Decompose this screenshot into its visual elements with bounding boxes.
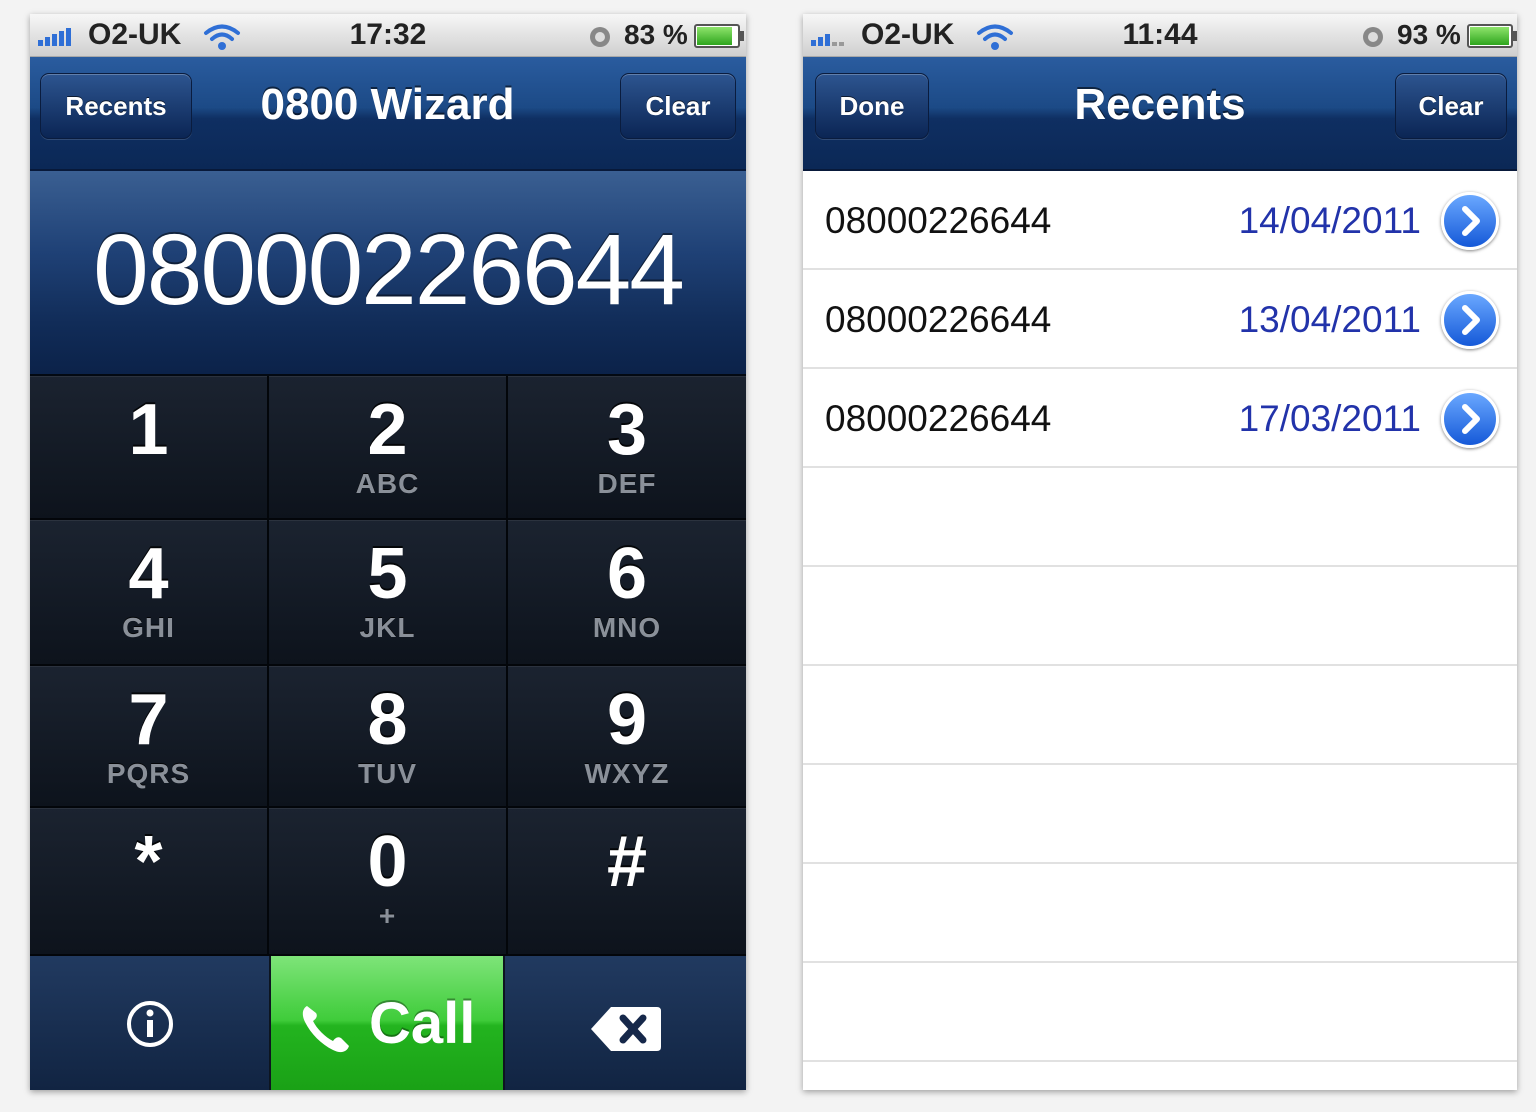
key-letters: PQRS: [106, 758, 191, 789]
key-digit: 6: [606, 534, 648, 614]
number-display: 08000226644: [30, 171, 746, 376]
disclosure-button[interactable]: [1441, 192, 1499, 250]
key-letters: MNO: [592, 612, 662, 643]
key-star[interactable]: *: [30, 808, 269, 956]
key-digit: 0: [367, 822, 408, 902]
list-item[interactable]: 08000226644 17/03/2011: [803, 369, 1517, 468]
app-title: 0800 Wizard: [260, 80, 515, 129]
empty-row: [803, 765, 1517, 864]
key-7[interactable]: 7 PQRS: [30, 666, 269, 808]
navigation-bar: Recents 0800 Wizard Clear: [30, 57, 746, 171]
key-hash[interactable]: #: [508, 808, 746, 956]
key-digit: 2: [367, 390, 408, 470]
key-digit: 7: [128, 680, 169, 760]
empty-row: [803, 963, 1517, 1062]
recent-number: 08000226644: [825, 200, 1052, 241]
disclosure-button[interactable]: [1441, 291, 1499, 349]
recent-number: 08000226644: [825, 398, 1052, 439]
recent-date: 13/04/2011: [1238, 299, 1421, 340]
key-digit: 4: [128, 534, 169, 614]
key-letters: TUV: [358, 758, 417, 789]
key-3[interactable]: 3 DEF: [508, 376, 746, 520]
empty-row: [803, 567, 1517, 666]
key-0[interactable]: 0 +: [269, 808, 508, 956]
dialer-screen: O2-UK 17:32 83 % Recents 0800 Wizard Cle…: [30, 14, 746, 1090]
key-1[interactable]: 1: [30, 376, 269, 520]
battery-percentage: 83 %: [624, 19, 688, 50]
rotation-lock-icon: [1363, 27, 1383, 47]
chevron-right-icon: [1462, 305, 1480, 335]
info-button[interactable]: [30, 956, 269, 1090]
key-letters: DEF: [597, 468, 657, 499]
keypad: 1 2 ABC 3 DEF 4 GHI 5 JKL 6 MNO 7 PQRS 8 TUV 9 WXYZ * 0 + #: [30, 376, 746, 956]
phone-handset-icon: [302, 1006, 349, 1053]
recent-date: 17/03/2011: [1238, 398, 1421, 439]
chevron-right-icon: [1462, 404, 1480, 434]
recent-date: 14/04/2011: [1238, 200, 1421, 241]
rotation-lock-icon: [590, 27, 610, 47]
action-row: Call: [30, 956, 746, 1090]
info-icon: [127, 1001, 173, 1047]
dialed-number: 08000226644: [93, 214, 685, 326]
battery-icon: [1467, 24, 1517, 48]
empty-row: [803, 666, 1517, 765]
status-bar: O2-UK 11:44 93 %: [803, 14, 1517, 57]
key-5[interactable]: 5 JKL: [269, 520, 508, 666]
screen-title: Recents: [1074, 80, 1246, 129]
recents-button[interactable]: Recents: [40, 73, 192, 139]
call-button[interactable]: Call: [271, 956, 503, 1090]
key-letters: ABC: [355, 468, 420, 499]
key-digit: #: [606, 822, 648, 902]
key-letters: JKL: [359, 612, 416, 643]
empty-row: [803, 468, 1517, 567]
key-digit: 3: [606, 390, 648, 470]
chevron-right-icon: [1462, 206, 1480, 236]
clear-button[interactable]: Clear: [1395, 73, 1507, 139]
call-label: Call: [369, 991, 476, 1056]
list-item[interactable]: 08000226644 13/04/2011: [803, 270, 1517, 369]
key-letters: +: [378, 900, 397, 931]
navigation-bar: Done Recents Clear: [803, 57, 1517, 171]
disclosure-button[interactable]: [1441, 390, 1499, 448]
list-item[interactable]: 08000226644 14/04/2011: [803, 171, 1517, 270]
key-4[interactable]: 4 GHI: [30, 520, 269, 666]
battery-percentage: 93 %: [1397, 19, 1461, 50]
recents-list: 08000226644 14/04/2011 08000226644 13/04/20…: [803, 171, 1517, 1062]
key-letters: WXYZ: [584, 758, 670, 789]
key-digit: 8: [367, 680, 408, 760]
backspace-icon: [591, 1007, 661, 1051]
key-9[interactable]: 9 WXYZ: [508, 666, 746, 808]
empty-row: [803, 864, 1517, 963]
recents-screen: O2-UK 11:44 93 % Done Recents Clear 0800…: [803, 14, 1517, 1090]
key-digit: 1: [128, 390, 169, 470]
recent-number: 08000226644: [825, 299, 1052, 340]
key-2[interactable]: 2 ABC: [269, 376, 508, 520]
key-letters: GHI: [122, 612, 175, 643]
key-8[interactable]: 8 TUV: [269, 666, 508, 808]
clear-button[interactable]: Clear: [620, 73, 736, 139]
key-digit: 9: [606, 680, 648, 760]
delete-button[interactable]: [505, 956, 746, 1090]
done-button[interactable]: Done: [815, 73, 929, 139]
key-digit: 5: [367, 534, 408, 614]
status-bar: O2-UK 17:32 83 %: [30, 14, 746, 57]
key-digit: *: [134, 822, 163, 902]
key-6[interactable]: 6 MNO: [508, 520, 746, 666]
battery-icon: [694, 24, 744, 48]
